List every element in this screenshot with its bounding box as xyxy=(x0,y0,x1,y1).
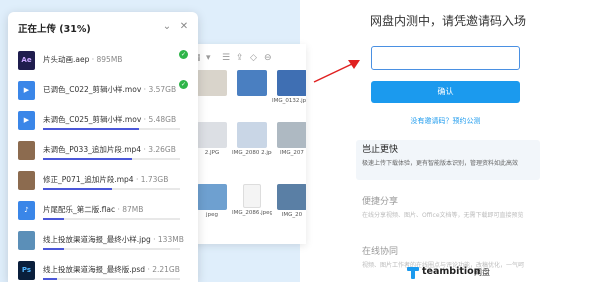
image-thumbnail xyxy=(237,70,267,96)
upload-progress-fill xyxy=(43,278,57,280)
upload-file-row[interactable]: 未调色_P033_追加片段.mp4 · 3.26GB xyxy=(8,136,198,166)
file-grid-caption: jpeg xyxy=(206,212,218,218)
file-grid-caption: IMG_0132.jpeg xyxy=(272,98,306,104)
audio-file-icon: ♪ xyxy=(18,201,35,220)
feature-card-faster[interactable]: 岂止更快 极速上传下载体验，更有智能版本识别，管理资料如此高效 xyxy=(356,140,540,180)
upload-progress-bar xyxy=(43,278,180,280)
file-grid-caption: IMG_2080 2.jpeg xyxy=(232,150,272,156)
upload-file-name: 未调色_C025_剪辑小样.mov · 5.48GB xyxy=(43,115,177,124)
confirm-button[interactable]: 确认 xyxy=(371,81,520,103)
upload-complete-check-icon: ✓ xyxy=(179,50,188,59)
file-grid-item[interactable]: IMG_2086.jpeg xyxy=(232,184,272,216)
upload-file-row[interactable]: 线上投放渠道海报_最终小样.jpg · 133MB xyxy=(8,226,198,256)
image-thumbnail xyxy=(277,70,306,96)
upload-panel-title: 正在上传 (31%) xyxy=(18,24,91,35)
file-grid-item[interactable]: IMG_20 xyxy=(272,184,306,218)
upload-file-name: 已调色_C022_剪辑小样.mov · 3.57GB xyxy=(43,85,177,94)
file-grid-item[interactable]: 2.JPG xyxy=(192,122,232,156)
upload-progress-fill xyxy=(43,188,112,190)
video-file-icon: ▶ xyxy=(18,111,35,130)
feature-desc: 极速上传下载体验，更有智能版本识别，管理资料如此高效 xyxy=(362,160,519,167)
file-grid-item[interactable] xyxy=(232,70,272,98)
upload-file-name: 线上投放渠道海报_最终小样.jpg · 133MB xyxy=(43,235,184,244)
more-options-icon[interactable]: ⊖ xyxy=(264,52,272,64)
video-thumbnail-icon xyxy=(18,171,35,190)
share-icon[interactable]: ⇪ xyxy=(236,52,244,64)
tag-icon[interactable]: ◇ xyxy=(250,52,257,64)
upload-file-row[interactable]: ▶ 已调色_C022_剪辑小样.mov · 3.57GB ✓ xyxy=(8,76,198,106)
ae-file-icon: Ae xyxy=(18,51,35,70)
reserve-beta-link[interactable]: 没有邀请码？预约公测 xyxy=(371,116,520,126)
upload-complete-check-icon: ✓ xyxy=(179,80,188,89)
file-browser-toolbar: ▦ ▾ ☰ ⇪ ◇ ⊖ xyxy=(188,50,306,66)
upload-panel: 正在上传 (31%) ⌄ ✕ Ae 片头动画.aep · 895MB ✓ ▶ 已调色_C… xyxy=(8,12,198,282)
upload-file-row[interactable]: ▶ 未调色_C025_剪辑小样.mov · 5.48GB xyxy=(8,106,198,136)
image-thumbnail xyxy=(197,184,227,210)
document-thumbnail-icon xyxy=(243,184,261,208)
upload-progress-fill xyxy=(43,128,139,130)
upload-panel-header: 正在上传 (31%) ⌄ ✕ xyxy=(8,12,198,44)
brand-name: teambition xyxy=(422,266,481,277)
file-grid-item[interactable]: IMG_2080 2.jpeg xyxy=(232,122,272,156)
upload-progress-bar xyxy=(43,188,180,190)
file-grid-item[interactable]: jpeg xyxy=(192,184,232,218)
file-grid-caption: IMG_20 xyxy=(281,212,303,218)
upload-progress-bar xyxy=(43,128,180,130)
file-grid-item[interactable]: IMG_207 xyxy=(272,122,306,156)
feature-desc: 在线分享视频、图片、Office文档等，无需下载即可直接预览 xyxy=(362,212,524,219)
image-thumbnail xyxy=(277,184,306,210)
file-grid-item[interactable] xyxy=(192,70,232,98)
file-browser-window: ▦ ▾ ☰ ⇪ ◇ ⊖ IMG_0132.jpeg IMG_207 2.JPG IMG… xyxy=(188,44,306,244)
ps-file-icon: Ps xyxy=(18,261,35,280)
file-grid-item[interactable]: IMG_0132.jpeg xyxy=(272,70,306,104)
list-view-icon[interactable]: ☰ xyxy=(222,52,230,64)
upload-progress-bar xyxy=(43,158,180,160)
feature-title: 便捷分享 xyxy=(362,197,399,207)
upload-file-name: 线上投放渠道海报_最终版.psd · 2.21GB xyxy=(43,265,180,274)
video-thumbnail-icon xyxy=(18,141,35,160)
teambition-logo-icon xyxy=(407,267,419,279)
invite-code-input[interactable] xyxy=(371,46,520,70)
upload-file-row[interactable]: 修正_P071_追加片段.mp4 · 1.73GB xyxy=(8,166,198,196)
upload-progress-bar xyxy=(43,218,180,220)
image-thumbnail xyxy=(277,122,306,148)
upload-progress-fill xyxy=(43,158,133,160)
upload-progress-fill xyxy=(43,248,64,250)
feature-card-share[interactable]: 便捷分享 在线分享视频、图片、Office文档等，无需下载即可直接预览 xyxy=(356,192,540,224)
feature-title: 在线协同 xyxy=(362,247,399,257)
file-grid-caption: 2.JPG xyxy=(204,150,220,156)
upload-progress-bar xyxy=(43,248,180,250)
file-grid-caption: IMG_2086.jpeg xyxy=(232,210,272,216)
image-thumbnail xyxy=(197,122,227,148)
feature-title: 岂止更快 xyxy=(362,145,399,155)
upload-file-row[interactable]: Ps 线上投放渠道海报_最终版.psd · 2.21GB xyxy=(8,256,198,282)
upload-file-row[interactable]: ♪ 片尾配乐_第二版.flac · 87MB xyxy=(8,196,198,226)
close-icon[interactable]: ✕ xyxy=(178,20,190,34)
upload-file-name: 修正_P071_追加片段.mp4 · 1.73GB xyxy=(43,175,169,184)
grid-toggle-icon[interactable]: ▾ xyxy=(206,52,211,64)
upload-file-name: 片尾配乐_第二版.flac · 87MB xyxy=(43,205,144,214)
video-file-icon: ▶ xyxy=(18,81,35,100)
upload-file-row[interactable]: Ae 片头动画.aep · 895MB ✓ xyxy=(8,46,198,76)
file-grid-caption: IMG_207 xyxy=(280,150,304,156)
collapse-chevron-icon[interactable]: ⌄ xyxy=(161,20,173,34)
invite-title: 网盘内测中，请凭邀请码入场 xyxy=(369,14,526,28)
image-thumbnail xyxy=(237,122,267,148)
brand-subtitle: 网盘 xyxy=(474,268,490,277)
upload-file-name: 片头动画.aep · 895MB xyxy=(43,55,123,64)
upload-file-name: 未调色_P033_追加片段.mp4 · 3.26GB xyxy=(43,145,176,154)
image-thumbnail-icon xyxy=(18,231,35,250)
upload-progress-fill xyxy=(43,218,64,220)
red-arrow-annotation xyxy=(313,60,360,83)
image-thumbnail xyxy=(197,70,227,96)
